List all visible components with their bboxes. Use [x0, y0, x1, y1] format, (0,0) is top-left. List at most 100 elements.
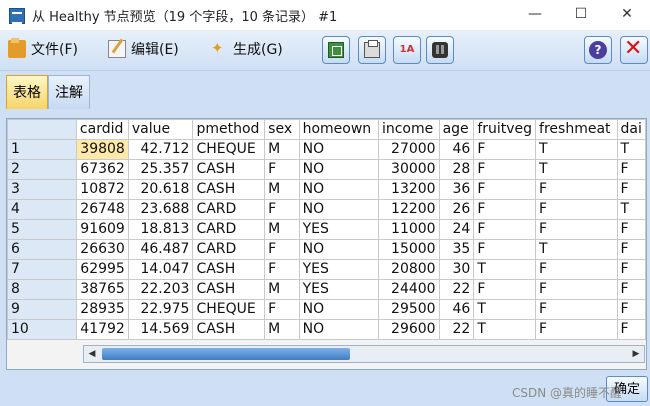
table-cell[interactable]: 26630 [75, 239, 129, 260]
table-cell[interactable]: F [535, 179, 618, 200]
row-number-cell[interactable]: 8 [7, 279, 77, 300]
table-cell[interactable]: 29500 [377, 299, 440, 320]
table-cell[interactable]: YES [298, 259, 379, 280]
table-cell[interactable]: YES [298, 219, 379, 240]
table-cell[interactable]: NO [298, 139, 379, 160]
horizontal-scrollbar[interactable]: ◀ ▶ [83, 345, 645, 363]
menu-edit[interactable]: 编辑(E) [108, 38, 179, 60]
table-cell[interactable]: 24400 [377, 279, 440, 300]
table-cell[interactable]: F [616, 319, 646, 340]
table-cell[interactable]: 29600 [377, 319, 440, 340]
table-cell[interactable]: CHEQUE [192, 299, 266, 320]
table-cell[interactable]: T [473, 259, 537, 280]
table-cell[interactable]: F [616, 159, 646, 180]
table-cell[interactable]: T [473, 319, 537, 340]
find-button[interactable] [426, 36, 454, 64]
row-number-cell[interactable]: 10 [7, 319, 77, 340]
table-cell[interactable]: 11000 [377, 219, 440, 240]
table-cell[interactable]: NO [298, 319, 379, 340]
table-cell[interactable]: CASH [192, 159, 266, 180]
table-cell[interactable]: F [473, 199, 537, 220]
table-cell[interactable]: 23.688 [127, 199, 194, 220]
table-cell[interactable]: F [616, 259, 646, 280]
row-number-cell[interactable]: 7 [7, 259, 77, 280]
table-cell[interactable]: 22 [438, 319, 475, 340]
row-number-cell[interactable]: 2 [7, 159, 77, 180]
table-cell[interactable]: F [616, 179, 646, 200]
table-cell[interactable]: 30 [438, 259, 475, 280]
table-cell[interactable]: F [535, 279, 618, 300]
table-cell[interactable]: F [535, 319, 618, 340]
table-cell[interactable]: 25.357 [127, 159, 194, 180]
table-cell[interactable]: 28935 [75, 299, 129, 320]
table-row[interactable]: 8 38765 22.203 CASH M YES 24400 22 F F F [7, 279, 646, 300]
table-cell[interactable]: 22.975 [127, 299, 194, 320]
table-cell[interactable]: F [473, 159, 537, 180]
table-cell[interactable]: M [264, 179, 300, 200]
table-cell[interactable]: F [473, 279, 537, 300]
table-cell[interactable]: M [264, 219, 300, 240]
table-cell[interactable]: 12200 [377, 199, 440, 220]
table-cell[interactable]: F [616, 239, 646, 260]
table-cell[interactable]: 18.813 [127, 219, 194, 240]
table-cell[interactable]: CARD [192, 219, 266, 240]
table-cell[interactable]: F [535, 219, 618, 240]
table-cell[interactable]: F [535, 259, 618, 280]
table-cell[interactable]: F [473, 219, 537, 240]
table-cell[interactable]: 20.618 [127, 179, 194, 200]
table-cell[interactable]: 39808 [75, 139, 129, 160]
table-cell[interactable]: 22.203 [127, 279, 194, 300]
minimize-button[interactable]: — [512, 0, 558, 30]
print-button[interactable] [358, 36, 386, 64]
table-cell[interactable]: CASH [192, 319, 266, 340]
table-cell[interactable]: F [535, 199, 618, 220]
table-cell[interactable]: 46 [438, 299, 475, 320]
table-cell[interactable]: F [264, 199, 300, 220]
menu-generate[interactable]: 生成(G) [210, 38, 283, 60]
table-cell[interactable]: 41792 [75, 319, 129, 340]
close-button[interactable]: ✕ [620, 36, 648, 64]
table-cell[interactable]: 36 [438, 179, 475, 200]
table-cell[interactable]: F [264, 159, 300, 180]
help-button[interactable]: ? [584, 36, 612, 64]
row-number-cell[interactable]: 3 [7, 179, 77, 200]
table-cell[interactable]: 42.712 [127, 139, 194, 160]
table-row[interactable]: 5 91609 18.813 CARD M YES 11000 24 F F F [7, 219, 646, 240]
table-cell[interactable]: CARD [192, 199, 266, 220]
scroll-left-icon[interactable]: ◀ [84, 346, 100, 362]
table-cell[interactable]: CHEQUE [192, 139, 266, 160]
table-cell[interactable]: F [473, 239, 537, 260]
column-header[interactable]: cardid [75, 119, 129, 140]
table-cell[interactable]: F [264, 239, 300, 260]
table-cell[interactable]: NO [298, 299, 379, 320]
table-cell[interactable]: F [535, 299, 618, 320]
row-number-cell[interactable]: 5 [7, 219, 77, 240]
table-cell[interactable]: 10872 [75, 179, 129, 200]
column-header[interactable]: fruitveg [473, 119, 537, 140]
table-cell[interactable]: 26748 [75, 199, 129, 220]
table-cell[interactable]: 22 [438, 279, 475, 300]
table-cell[interactable]: 46 [438, 139, 475, 160]
sort-button[interactable]: 1A [393, 36, 421, 64]
table-cell[interactable]: 27000 [377, 139, 440, 160]
table-row[interactable]: 1 39808 42.712 CHEQUE M NO 27000 46 F T T [7, 139, 646, 160]
row-number-cell[interactable]: 9 [7, 299, 77, 320]
table-cell[interactable]: 14.569 [127, 319, 194, 340]
table-cell[interactable]: M [264, 139, 300, 160]
table-cell[interactable]: 38765 [75, 279, 129, 300]
tab-notes[interactable]: 注解 [48, 75, 90, 109]
table-cell[interactable]: NO [298, 159, 379, 180]
row-number-cell[interactable]: 4 [7, 199, 77, 220]
scrollbar-thumb[interactable] [102, 348, 350, 360]
table-row[interactable]: 2 67362 25.357 CASH F NO 30000 28 F T F [7, 159, 646, 180]
table-cell[interactable]: 30000 [377, 159, 440, 180]
export-button[interactable] [322, 36, 350, 64]
table-cell[interactable]: 35 [438, 239, 475, 260]
scroll-right-icon[interactable]: ▶ [628, 346, 644, 362]
table-cell[interactable]: F [473, 179, 537, 200]
column-header[interactable]: pmethod [192, 119, 266, 140]
table-cell[interactable]: 62995 [75, 259, 129, 280]
table-cell[interactable]: T [473, 299, 537, 320]
table-cell[interactable]: NO [298, 179, 379, 200]
table-row[interactable]: 3 10872 20.618 CASH M NO 13200 36 F F F [7, 179, 646, 200]
